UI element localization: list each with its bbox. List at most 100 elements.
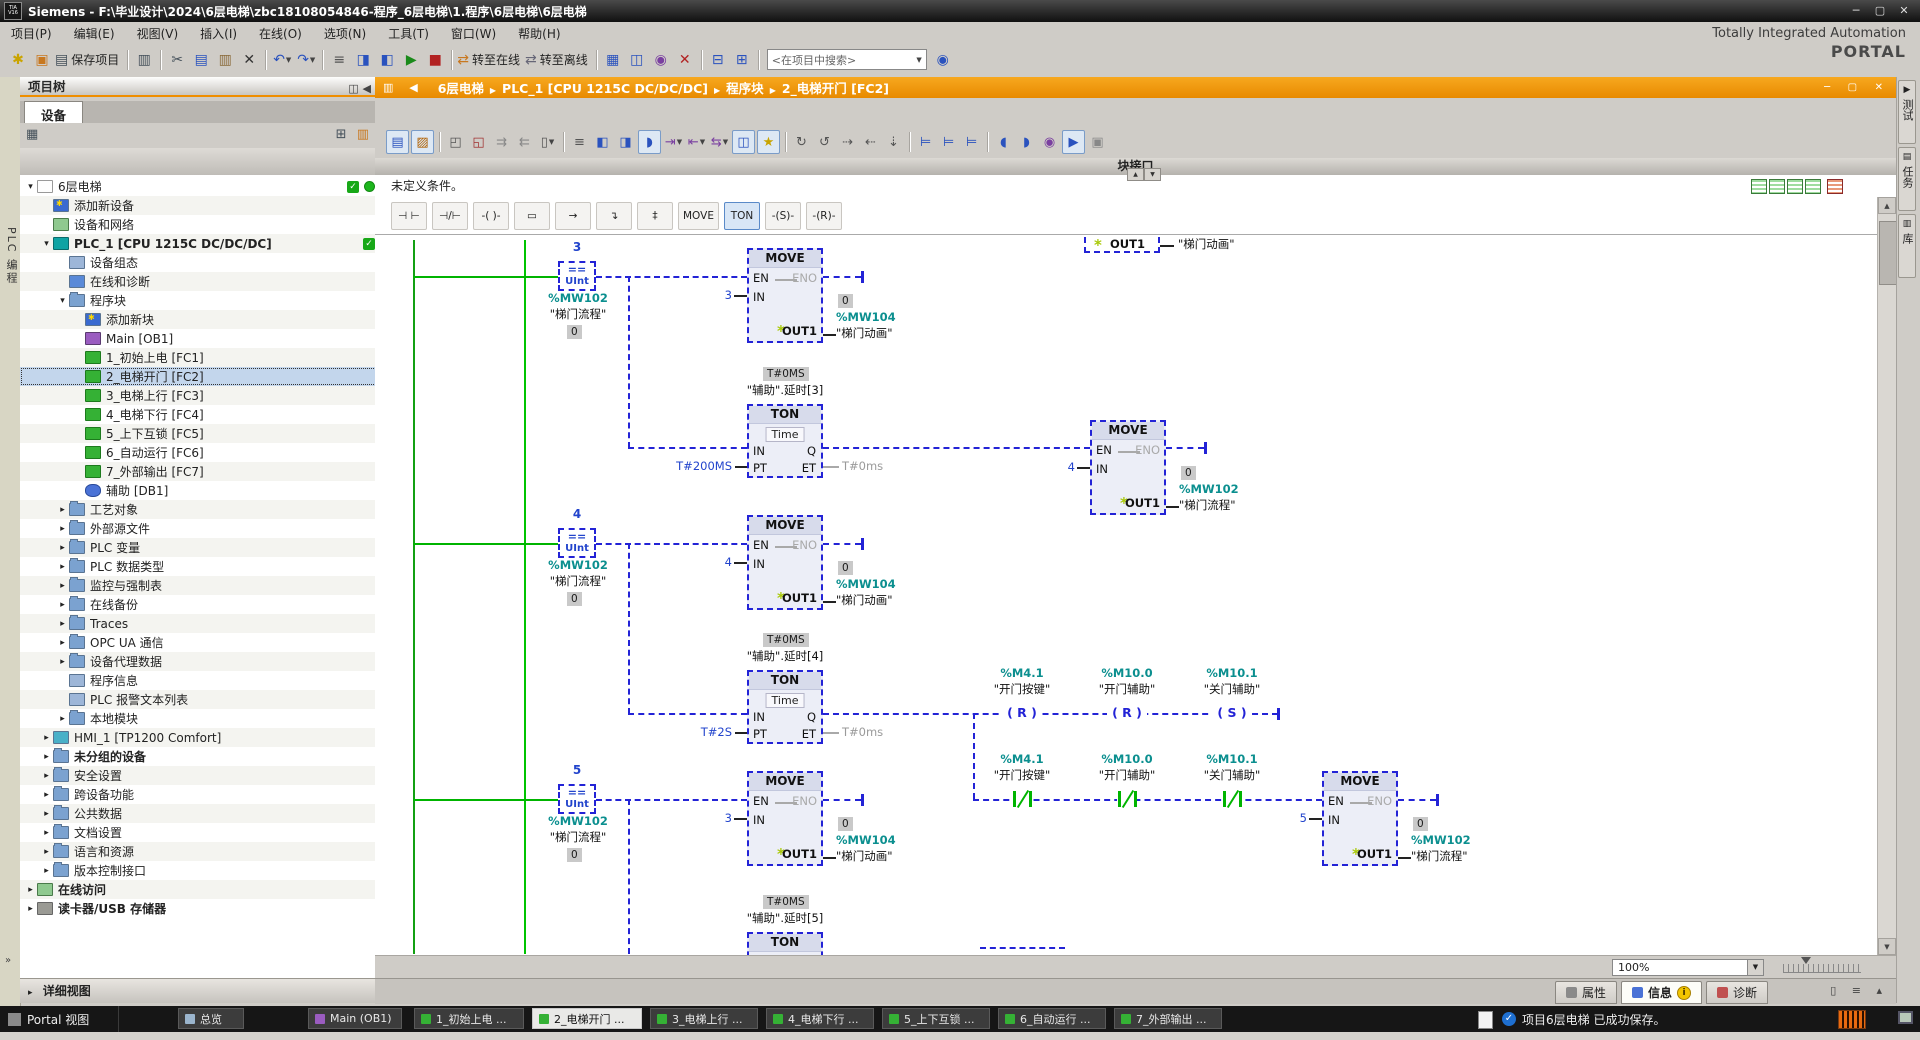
collapsed-arrow-icon[interactable]: ▸ — [56, 562, 69, 572]
breadcrumb-item[interactable]: 程序块 — [726, 81, 764, 96]
tab-info[interactable]: 信息 i — [1620, 981, 1702, 1004]
operand-address[interactable]: %MW104 — [836, 311, 896, 324]
menu-工具(T)[interactable]: 工具(T) — [377, 22, 440, 45]
collapsed-arrow-icon[interactable]: ▸ — [56, 581, 69, 591]
network-list[interactable]: ≡ — [569, 131, 590, 153]
delete[interactable]: ✕ — [238, 48, 260, 72]
tree-item-未分组的设备[interactable]: ▸ 未分组的设备 — [20, 747, 375, 766]
search-input[interactable]: <在项目中搜索> ▼ — [766, 49, 927, 70]
tree-item-3_电梯上行 [FC3][interactable]: 3_电梯上行 [FC3] — [20, 386, 375, 405]
input-constant[interactable]: 5 — [1287, 812, 1307, 825]
operand-address[interactable]: %MW102 — [536, 815, 620, 828]
compare-contact[interactable]: == UInt — [558, 261, 596, 291]
open-all-networks[interactable]: ◧ — [592, 131, 613, 153]
go-online[interactable]: ⇄ 转至在线 — [457, 48, 523, 72]
freeform-comments-toggle[interactable]: ◫ — [732, 130, 755, 154]
tree-item-7_外部输出 [FC7][interactable]: 7_外部输出 [FC7] — [20, 462, 375, 481]
palette-coil[interactable]: -( )- — [473, 201, 509, 230]
ton-block[interactable]: TON TimeIN Q PT ET — [747, 670, 823, 744]
collapsed-arrow-icon[interactable]: ▸ — [24, 904, 37, 914]
expanded-arrow-icon[interactable]: ▾ — [56, 296, 69, 306]
tree-item-辅助 [DB1][interactable]: 辅助 [DB1] — [20, 481, 375, 500]
operand-name[interactable]: "梯门流程" — [1411, 850, 1468, 863]
tree-item-跨设备功能[interactable]: ▸ 跨设备功能 — [20, 785, 375, 804]
tree-item-Traces[interactable]: ▸ Traces — [20, 614, 375, 633]
tag-snapshot-toggle[interactable]: ▨ — [411, 130, 434, 154]
taskbar-Main (OB1)[interactable]: Main (OB1) — [308, 1008, 402, 1029]
consistency-check[interactable]: ⊨ — [915, 131, 936, 153]
operand-address[interactable]: %MW102 — [1411, 834, 1471, 847]
stop-cpu[interactable]: ■ — [424, 48, 446, 72]
tab-diagnostics[interactable]: 诊断 — [1705, 981, 1768, 1004]
operand-address[interactable]: %M10.0 — [1075, 667, 1179, 680]
go-offline[interactable]: ⇄ 转至离线 — [525, 48, 591, 72]
pt-constant[interactable]: T#2S — [692, 726, 732, 739]
collapsed-arrow-icon[interactable]: ▸ — [40, 866, 53, 876]
move-block[interactable]: MOVE EN ENO IN * OUT1 — [747, 248, 823, 343]
operand-address[interactable]: %M4.1 — [970, 753, 1074, 766]
set-breakpoint[interactable]: ◉ — [1039, 131, 1060, 153]
compare-value[interactable]: 3 — [558, 241, 596, 254]
menu-选项(N)[interactable]: 选项(N) — [313, 22, 377, 45]
operand-name[interactable]: "开门按键" — [964, 769, 1080, 782]
palette-close-branch[interactable]: ↴ — [596, 201, 632, 230]
input-constant[interactable]: 3 — [712, 812, 732, 825]
operand-name[interactable]: "梯门动画" — [836, 850, 893, 863]
tree-item-在线和诊断[interactable]: 在线和诊断 — [20, 272, 375, 291]
menu-视图(V)[interactable]: 视图(V) — [126, 22, 190, 45]
expanded-arrow-icon[interactable]: ▾ — [40, 239, 53, 249]
collapsed-arrow-icon[interactable]: ▸ — [56, 505, 69, 515]
menu-插入(I)[interactable]: 插入(I) — [189, 22, 248, 45]
compare-value[interactable]: 5 — [558, 764, 596, 777]
palette-contact-nc[interactable]: ⊣/⊢ — [432, 201, 468, 230]
network-overview-icon[interactable] — [1751, 179, 1767, 194]
tree-item-程序块[interactable]: ▾ 程序块 — [20, 291, 375, 310]
operand-name[interactable]: "辅助".延时[5] — [723, 912, 847, 925]
operand-name[interactable]: "梯门流程" — [524, 575, 632, 588]
inspector-corner-icons[interactable]: ▯ ≡ ▴ — [1830, 984, 1888, 997]
tree-item-Main [OB1][interactable]: Main [OB1] — [20, 329, 375, 348]
editor-close-icon[interactable]: ✕ — [1875, 82, 1890, 93]
scroll-down-icon[interactable]: ▼ — [1878, 938, 1896, 955]
tree-item-HMI_1 [TP1200 Comfort][interactable]: ▸ HMI_1 [TP1200 Comfort] — [20, 728, 375, 747]
collapsed-arrow-icon[interactable]: ▸ — [56, 600, 69, 610]
tree-item-在线备份[interactable]: ▸ 在线备份 — [20, 595, 375, 614]
taskbar-2_电梯开门 ...[interactable]: 2_电梯开门 ... — [532, 1008, 642, 1029]
operand-name[interactable]: "梯门动画" — [1178, 238, 1235, 251]
expand-strip-icon[interactable]: » — [5, 955, 11, 966]
zoom-dropdown-icon[interactable]: ▼ — [1747, 960, 1763, 975]
lock-editor[interactable]: ▣ — [1087, 131, 1108, 153]
tree-item-6层电梯[interactable]: ▾ 6层电梯 ✓ — [20, 177, 375, 196]
insert-block-call[interactable]: ▯ ▼ — [537, 131, 558, 153]
plc-programming-vertical-tab[interactable]: PLC 编程 — [3, 227, 19, 285]
previous-cursor-position[interactable]: ◖ — [993, 131, 1014, 153]
palette-crossing[interactable]: ‡ — [637, 201, 673, 230]
scrollbar-thumb[interactable] — [1879, 221, 1897, 285]
taskbar-4_电梯下行 ...[interactable]: 4_电梯下行 ... — [766, 1008, 874, 1029]
nc-contact-bar[interactable] — [1029, 791, 1032, 807]
goto-previous-error[interactable]: ⇠ — [860, 131, 881, 153]
open-project[interactable]: ▣ — [31, 48, 53, 72]
column-options-icon[interactable]: ▥ — [357, 127, 369, 142]
tree-item-语言和资源[interactable]: ▸ 语言和资源 — [20, 842, 375, 861]
tree-filter-icon[interactable]: ▦ — [26, 127, 38, 142]
pt-constant[interactable]: T#200MS — [664, 460, 732, 473]
refresh[interactable]: ↺ — [814, 131, 835, 153]
menu-在线(O)[interactable]: 在线(O) — [248, 22, 313, 45]
operand-name[interactable]: "开门辅助" — [1069, 769, 1185, 782]
redo[interactable]: ↷ ▼ — [295, 48, 317, 72]
move-block[interactable]: MOVE EN ENO IN * OUT1 — [747, 515, 823, 610]
compare-online-offline[interactable]: ⊨ — [961, 131, 982, 153]
tree-item-PLC 报警文本列表[interactable]: PLC 报警文本列表 — [20, 690, 375, 709]
operand-address[interactable]: %MW104 — [836, 578, 896, 591]
tree-item-外部源文件[interactable]: ▸ 外部源文件 — [20, 519, 375, 538]
upload-from-device[interactable]: ◧ — [376, 48, 398, 72]
dropdown-arrow-icon[interactable]: ▼ — [700, 138, 705, 146]
palette-reset-coil[interactable]: -(R)- — [805, 201, 842, 230]
tree-item-工艺对象[interactable]: ▸ 工艺对象 — [20, 500, 375, 519]
editor-restore-icon[interactable]: ▢ — [1848, 82, 1864, 93]
tree-item-设备组态[interactable]: 设备组态 — [20, 253, 375, 272]
tree-item-设备代理数据[interactable]: ▸ 设备代理数据 — [20, 652, 375, 671]
update-block-calls[interactable]: ↻ — [791, 131, 812, 153]
operand-name[interactable]: "梯门流程" — [524, 831, 632, 844]
